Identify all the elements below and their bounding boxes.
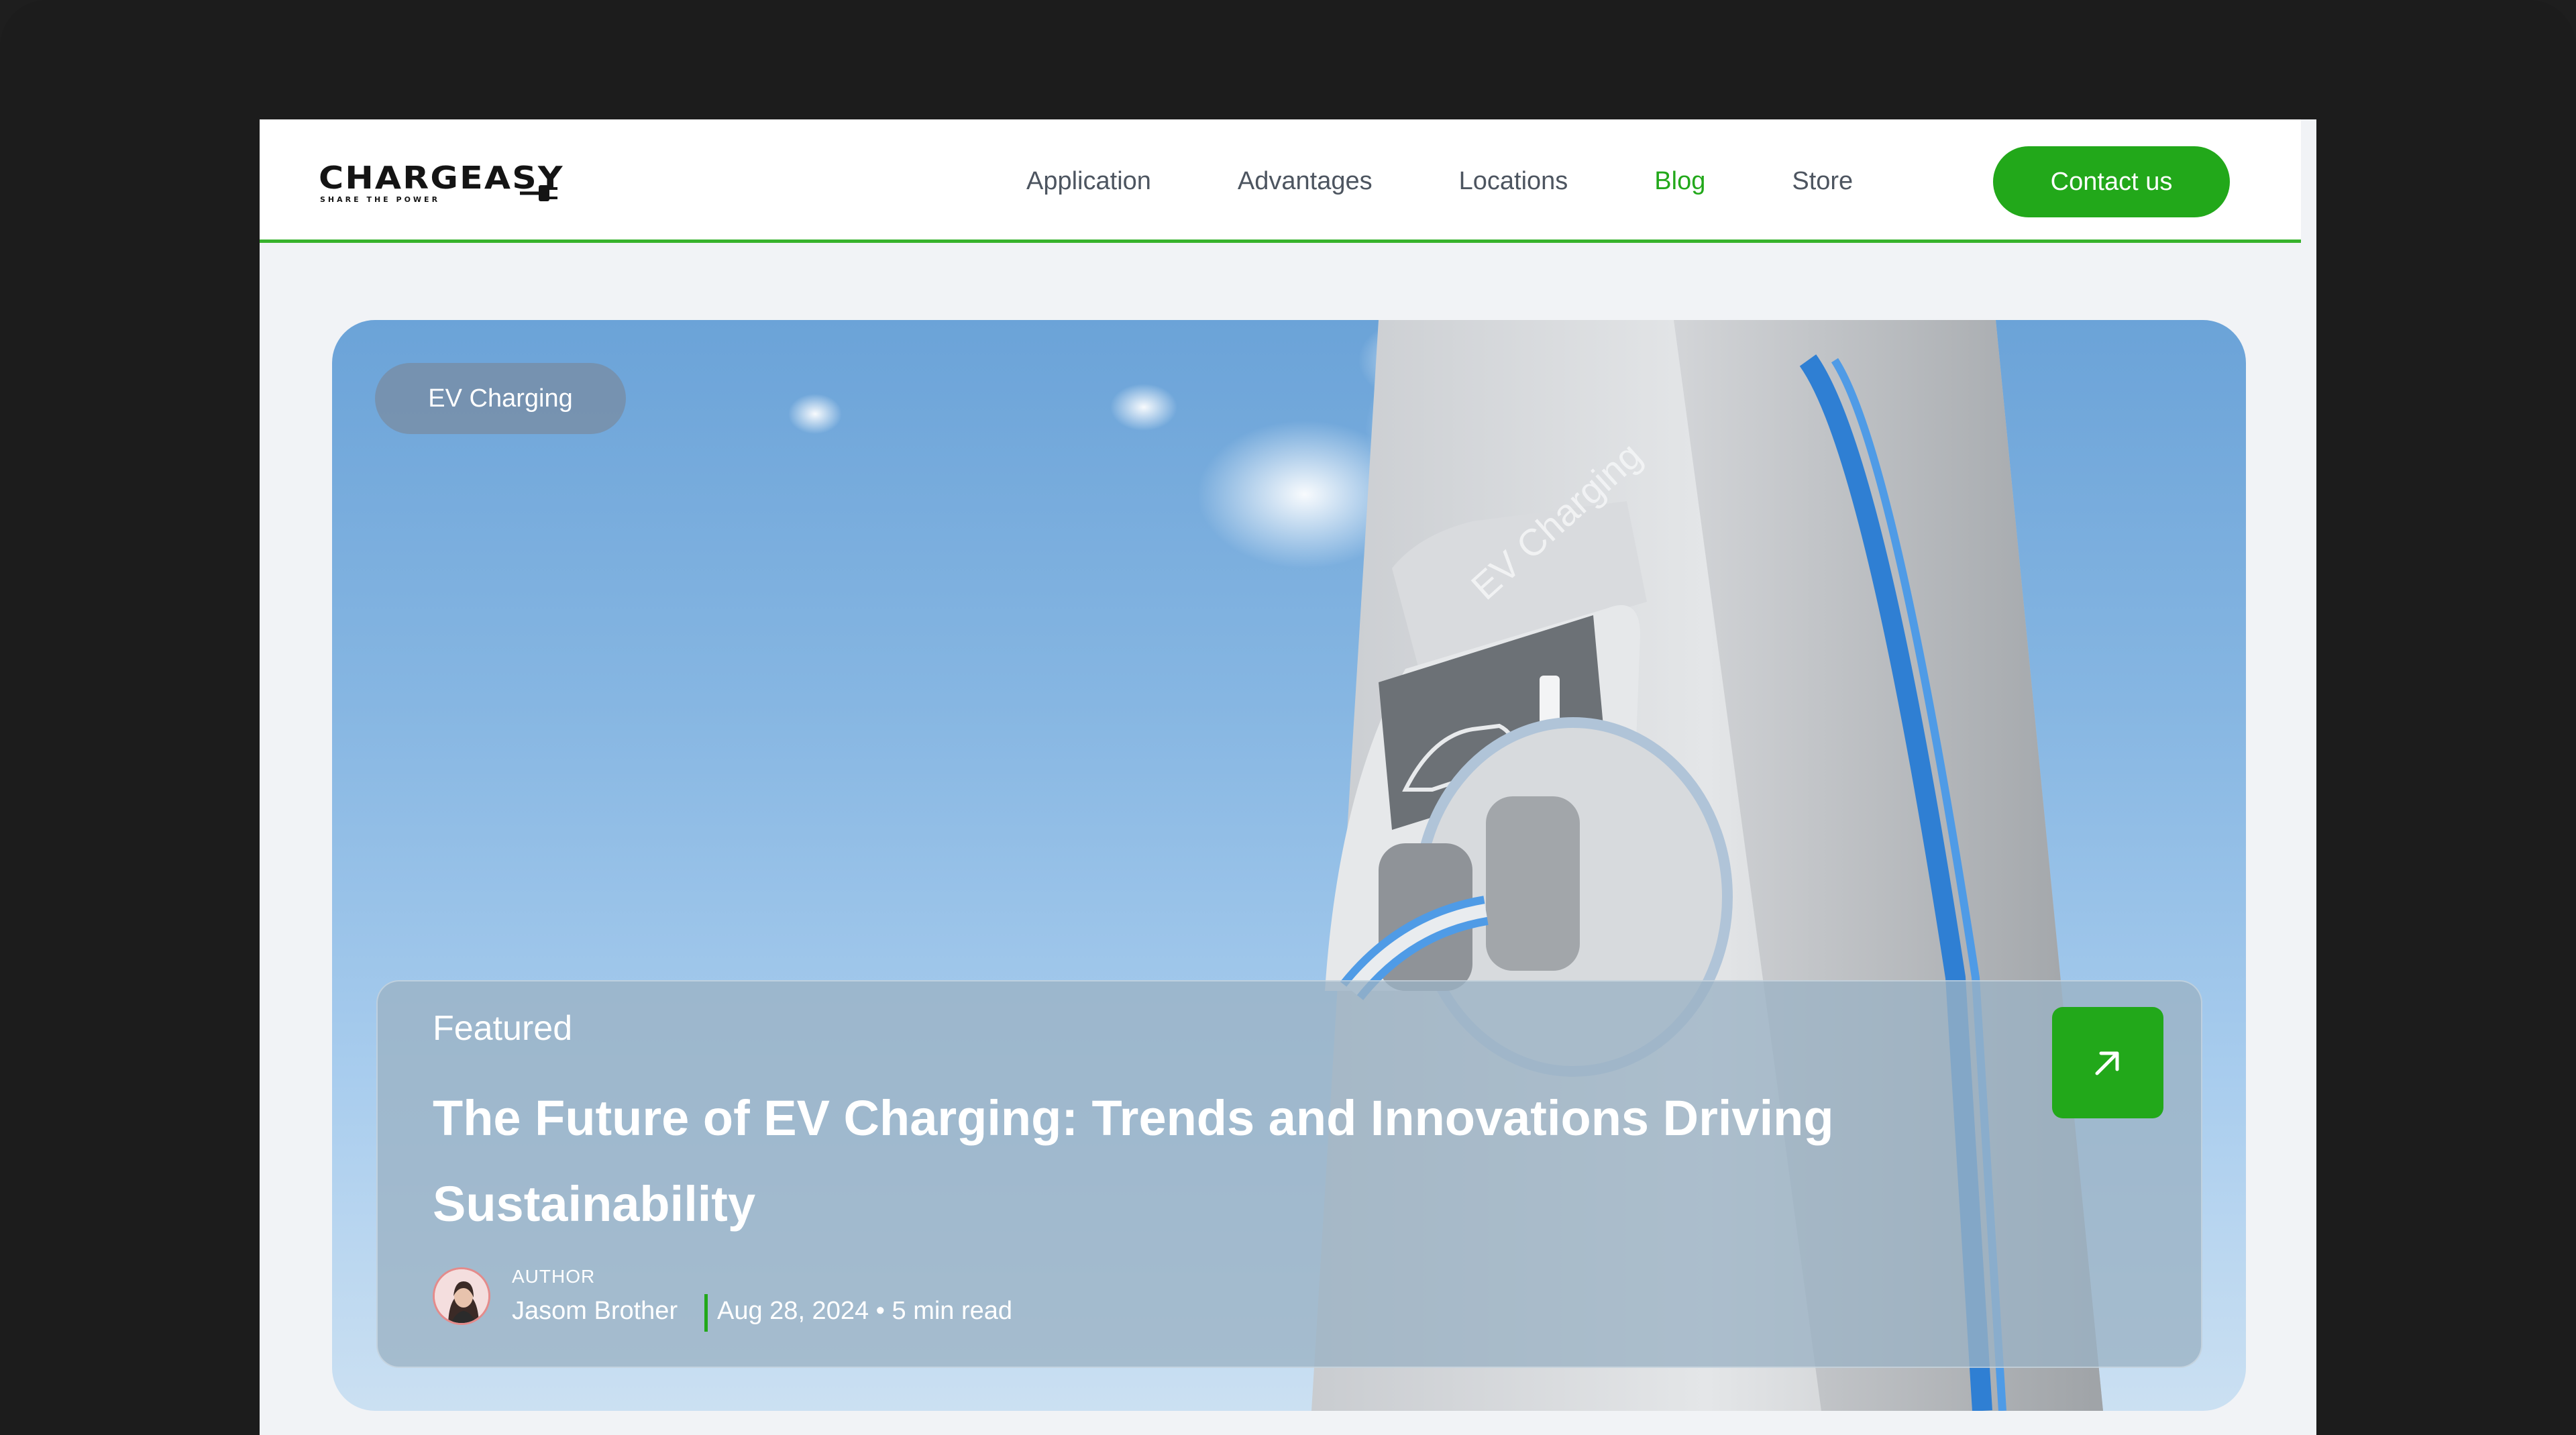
page: CHARGEASY SHARE THE POWER Application Ad… — [260, 119, 2316, 1435]
arrow-up-right-icon — [2095, 1051, 2119, 1075]
featured-label: Featured — [433, 1009, 573, 1048]
post-title[interactable]: The Future of EV Charging: Trends and In… — [433, 1075, 1909, 1247]
author-label: AUTHOR — [512, 1266, 596, 1287]
plug-icon — [520, 185, 557, 201]
open-post-button[interactable] — [2052, 1007, 2163, 1118]
nav-item-application[interactable]: Application — [1026, 167, 1151, 196]
post-info-panel: Featured The Future of EV Charging: Tren… — [376, 980, 2202, 1368]
meta-divider — [704, 1294, 708, 1332]
author-avatar — [433, 1267, 490, 1325]
author-name[interactable]: Jasom Brother — [512, 1297, 678, 1326]
nav-item-advantages[interactable]: Advantages — [1238, 167, 1373, 196]
nav-item-store[interactable]: Store — [1792, 167, 1853, 196]
post-date-readtime: Aug 28, 2024 • 5 min read — [717, 1297, 1013, 1325]
site-header: CHARGEASY SHARE THE POWER Application Ad… — [260, 119, 2301, 243]
featured-post-card[interactable]: EV Charging EV Charging Featured The Fut… — [332, 320, 2246, 1411]
category-tag[interactable]: EV Charging — [375, 363, 626, 434]
contact-us-button[interactable]: Contact us — [1993, 146, 2230, 217]
nav-item-locations[interactable]: Locations — [1459, 167, 1568, 196]
brand-tagline: SHARE THE POWER — [320, 195, 441, 204]
main-nav: Application Advantages Locations Blog St… — [1026, 119, 1853, 243]
nav-item-blog[interactable]: Blog — [1654, 167, 1705, 196]
brand-logo[interactable]: CHARGEASY SHARE THE POWER — [319, 162, 563, 209]
